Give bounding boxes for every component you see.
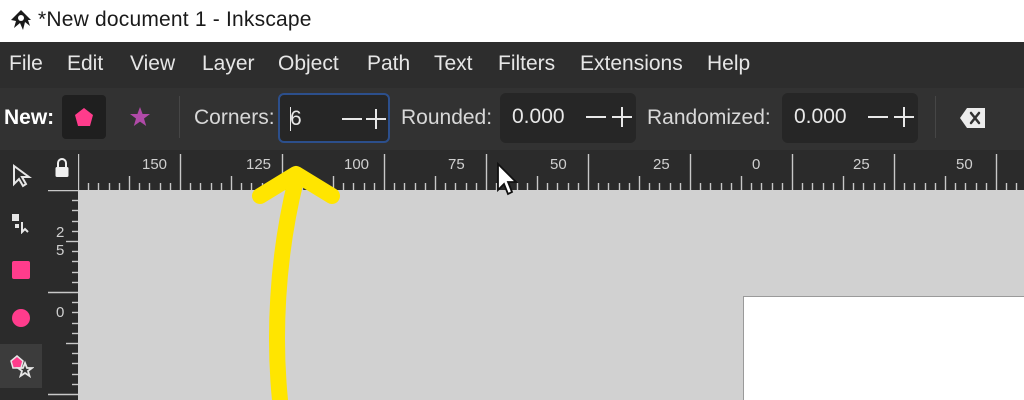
menu-text[interactable]: Text — [434, 52, 473, 76]
backspace-icon[interactable] — [958, 104, 988, 132]
ruler-label: 150 — [142, 156, 168, 173]
ruler-label: 50 — [550, 156, 567, 173]
lock-icon[interactable] — [54, 158, 70, 178]
text-caret — [290, 107, 291, 131]
randomized-label: Randomized: — [647, 106, 771, 129]
horizontal-ruler[interactable]: 150 125 100 75 50 25 0 25 50 — [78, 150, 1024, 190]
rounded-decrement-button[interactable] — [586, 104, 608, 130]
menu-path[interactable]: Path — [367, 52, 410, 76]
vertical-ruler[interactable]: 2 5 0 — [44, 190, 78, 400]
menu-bar: File Edit View Layer Object Path Text Fi… — [0, 42, 1024, 88]
star-polygon-tool-icon — [10, 355, 34, 379]
ruler-label: 25 — [653, 156, 670, 173]
randomized-increment-button[interactable] — [894, 104, 916, 130]
menu-edit[interactable]: Edit — [67, 52, 103, 76]
ellipse-tool[interactable] — [0, 296, 42, 340]
title-bar: *New document 1 - Inkscape — [0, 0, 1024, 42]
randomized-spinbox[interactable]: 0.000 — [782, 93, 918, 143]
randomized-value[interactable]: 0.000 — [794, 105, 847, 129]
rounded-value[interactable]: 0.000 — [512, 105, 565, 129]
rounded-spinbox[interactable]: 0.000 — [500, 93, 636, 143]
corners-label: Corners: — [194, 106, 275, 129]
node-editor-icon — [12, 214, 29, 234]
selector-tool[interactable] — [0, 154, 42, 198]
toolbar-separator — [179, 96, 180, 138]
pentagon-icon — [75, 108, 93, 126]
node-tool[interactable] — [0, 200, 42, 244]
document-page[interactable] — [743, 296, 1024, 400]
ruler-label: 25 — [853, 156, 870, 173]
corners-increment-button[interactable] — [366, 106, 388, 132]
star-icon — [130, 107, 150, 126]
menu-extensions[interactable]: Extensions — [580, 52, 683, 76]
corners-value[interactable]: 6 — [290, 107, 302, 131]
menu-help[interactable]: Help — [707, 52, 750, 76]
menu-object[interactable]: Object — [278, 52, 339, 76]
corners-decrement-button[interactable] — [342, 106, 364, 132]
rectangle-tool[interactable] — [0, 248, 42, 292]
ruler-label: 2 — [56, 224, 65, 241]
ruler-label: 0 — [752, 156, 761, 173]
window-title: *New document 1 - Inkscape — [38, 8, 312, 31]
star-polygon-tool[interactable] — [0, 344, 42, 388]
ruler-corner — [44, 150, 78, 190]
annotation-arrow — [252, 166, 340, 400]
menu-view[interactable]: View — [130, 52, 175, 76]
rounded-label: Rounded: — [401, 106, 493, 129]
menu-filters[interactable]: Filters — [498, 52, 555, 76]
circle-icon — [12, 309, 30, 327]
toolbox — [0, 150, 44, 400]
rectangle-icon — [12, 261, 30, 279]
ruler-label: 5 — [56, 242, 65, 259]
inkscape-logo-icon — [11, 10, 31, 30]
star-button[interactable] — [118, 95, 162, 139]
new-label: New: — [4, 106, 55, 129]
polygon-button[interactable] — [62, 95, 106, 139]
ruler-label: 0 — [56, 304, 65, 321]
mouse-cursor-icon — [497, 162, 519, 196]
ruler-label: 75 — [448, 156, 465, 173]
corners-spinbox[interactable]: 6 — [278, 93, 390, 143]
selector-arrow-icon — [13, 164, 32, 188]
ruler-ticks — [48, 190, 78, 396]
randomized-decrement-button[interactable] — [868, 104, 890, 130]
menu-layer[interactable]: Layer — [202, 52, 255, 76]
ruler-label: 50 — [956, 156, 973, 173]
toolbar-separator — [935, 96, 936, 138]
menu-file[interactable]: File — [9, 52, 43, 76]
rounded-increment-button[interactable] — [612, 104, 634, 130]
